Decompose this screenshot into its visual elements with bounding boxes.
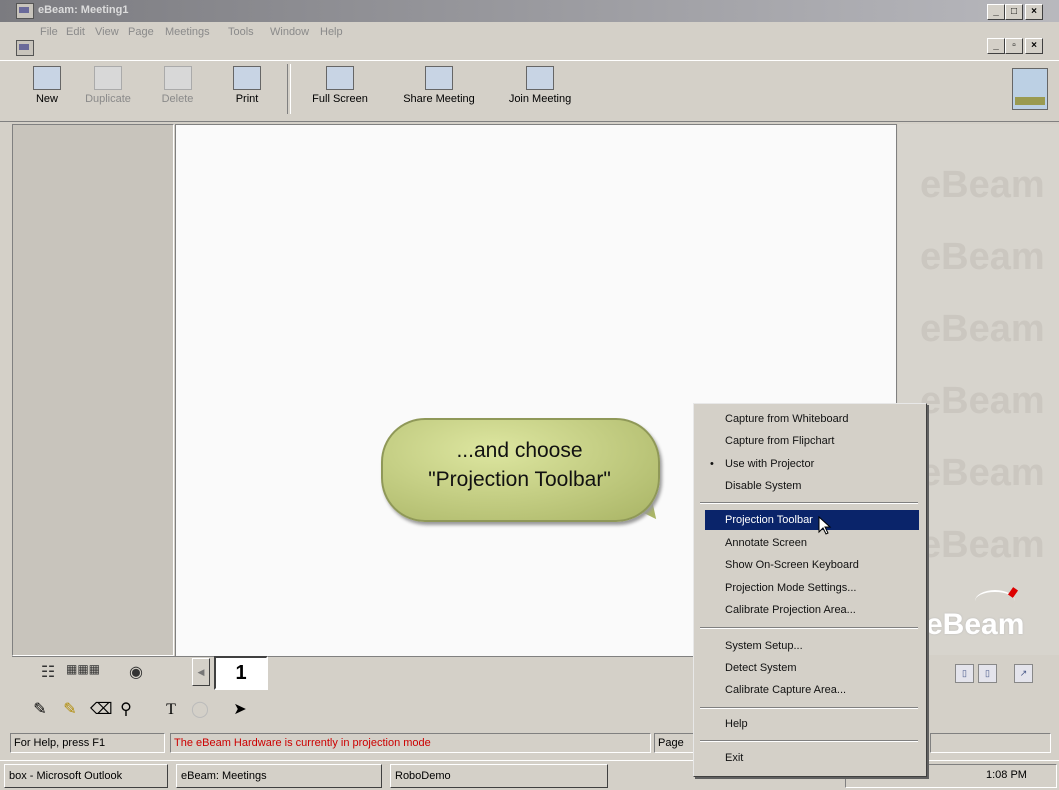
thumbnails-icon[interactable]: ▦▦▦ xyxy=(66,662,100,682)
document-icon[interactable] xyxy=(16,40,34,56)
callout-line-2: "Projection Toolbar" xyxy=(428,468,611,491)
page-thumb-icon[interactable]: ▯ xyxy=(955,664,974,683)
zoom-icon[interactable]: ⚲ xyxy=(116,698,136,722)
status-extra xyxy=(930,733,1051,753)
join-meeting-button[interactable]: Join Meeting xyxy=(498,66,582,105)
pen-icon[interactable]: ✎ xyxy=(30,698,50,722)
chart-icon[interactable]: ↗ xyxy=(1014,664,1033,683)
full-screen-icon xyxy=(326,66,354,90)
menu-item-onscreen-keyboard[interactable]: Show On-Screen Keyboard xyxy=(705,555,919,575)
previous-page-button[interactable]: ◀ xyxy=(192,658,210,686)
title-bar: eBeam: Meeting1 _ □ × xyxy=(0,0,1059,22)
menu-item-detect-system[interactable]: Detect System xyxy=(705,658,919,678)
new-page-icon xyxy=(33,66,61,90)
app-icon[interactable] xyxy=(16,3,34,19)
clock: 1:08 PM xyxy=(986,769,1027,781)
doc-close-button[interactable]: × xyxy=(1025,38,1043,54)
trash-icon xyxy=(163,66,192,90)
menu-item-capture-whiteboard[interactable]: Capture from Whiteboard xyxy=(705,409,919,429)
window-title: eBeam: Meeting1 xyxy=(38,4,129,16)
menu-tools[interactable]: Tools xyxy=(228,26,254,38)
doc-minimize-button[interactable]: _ xyxy=(987,38,1005,54)
menu-item-projection-settings[interactable]: Projection Mode Settings... xyxy=(705,578,919,598)
pointer-icon[interactable]: ➤ xyxy=(230,698,250,722)
menu-separator xyxy=(700,502,918,504)
status-help: For Help, press F1 xyxy=(10,733,165,753)
full-screen-button[interactable]: Full Screen xyxy=(302,66,378,105)
menu-item-disable-system[interactable]: Disable System xyxy=(705,476,919,496)
menu-item-use-with-projector[interactable]: • Use with Projector xyxy=(705,454,919,474)
meeting-mode-icon[interactable]: ☷ xyxy=(34,662,62,682)
globe-icon[interactable]: ◉ xyxy=(122,662,150,682)
menu-page[interactable]: Page xyxy=(128,26,154,38)
menu-separator xyxy=(700,707,918,709)
task-ebeam-meetings[interactable]: eBeam: Meetings xyxy=(176,764,382,788)
share-meeting-icon xyxy=(425,66,453,90)
insert-icon[interactable]: ◯ xyxy=(190,698,210,722)
menu-separator xyxy=(700,627,918,629)
page-number[interactable]: 1 xyxy=(214,656,268,690)
maximize-button[interactable]: □ xyxy=(1005,4,1023,20)
menu-item-system-setup[interactable]: System Setup... xyxy=(705,636,919,656)
menu-view[interactable]: View xyxy=(95,26,119,38)
join-meeting-icon xyxy=(526,66,554,90)
close-button[interactable]: × xyxy=(1025,4,1043,20)
menu-item-exit[interactable]: Exit xyxy=(705,748,919,768)
menu-bar: File Edit View Page Meetings Tools Windo… xyxy=(0,22,1059,56)
duplicate-icon xyxy=(94,66,122,90)
menu-item-capture-flipchart[interactable]: Capture from Flipchart xyxy=(705,431,919,451)
menu-help[interactable]: Help xyxy=(320,26,343,38)
menu-separator xyxy=(700,740,918,742)
doc-restore-button[interactable]: ▫ xyxy=(1005,38,1023,54)
mouse-cursor-icon xyxy=(818,516,832,535)
page-sorter-panel[interactable] xyxy=(12,124,174,656)
callout-text: ...and choose "Projection Toolbar" xyxy=(392,436,647,494)
highlighter-icon[interactable]: ✎ xyxy=(60,698,80,722)
brand-logo: eBeam xyxy=(926,608,1025,641)
menu-meetings[interactable]: Meetings xyxy=(165,26,210,38)
minimize-button[interactable]: _ xyxy=(987,4,1005,20)
ebeam-projector-icon[interactable] xyxy=(1012,68,1048,110)
print-button[interactable]: Print xyxy=(222,66,272,105)
delete-button[interactable]: Delete xyxy=(150,66,205,105)
selected-bullet-icon: • xyxy=(710,458,714,470)
menu-item-projection-toolbar[interactable]: Projection Toolbar xyxy=(705,510,919,530)
eraser-icon[interactable]: ⌫ xyxy=(90,698,113,722)
page-thumb-icon[interactable]: ▯ xyxy=(978,664,997,683)
share-meeting-button[interactable]: Share Meeting xyxy=(392,66,486,105)
task-robodemo[interactable]: RoboDemo xyxy=(390,764,608,788)
callout-line-1: ...and choose xyxy=(456,439,583,462)
menu-item-annotate-screen[interactable]: Annotate Screen xyxy=(705,533,919,553)
menu-file[interactable]: File xyxy=(40,26,58,38)
menu-edit[interactable]: Edit xyxy=(66,26,85,38)
text-tool-icon[interactable]: T xyxy=(161,698,181,722)
duplicate-button[interactable]: Duplicate xyxy=(78,66,138,105)
status-message: The eBeam Hardware is currently in proje… xyxy=(170,733,651,753)
menu-item-help[interactable]: Help xyxy=(705,714,919,734)
status-page: Page xyxy=(654,733,695,753)
task-outlook[interactable]: box - Microsoft Outlook xyxy=(4,764,168,788)
menu-item-calibrate-capture[interactable]: Calibrate Capture Area... xyxy=(705,680,919,700)
toolbar-separator xyxy=(287,64,291,114)
printer-icon xyxy=(233,66,261,90)
menu-item-calibrate-projection[interactable]: Calibrate Projection Area... xyxy=(705,600,919,620)
new-button[interactable]: New xyxy=(22,66,72,105)
menu-window[interactable]: Window xyxy=(270,26,309,38)
